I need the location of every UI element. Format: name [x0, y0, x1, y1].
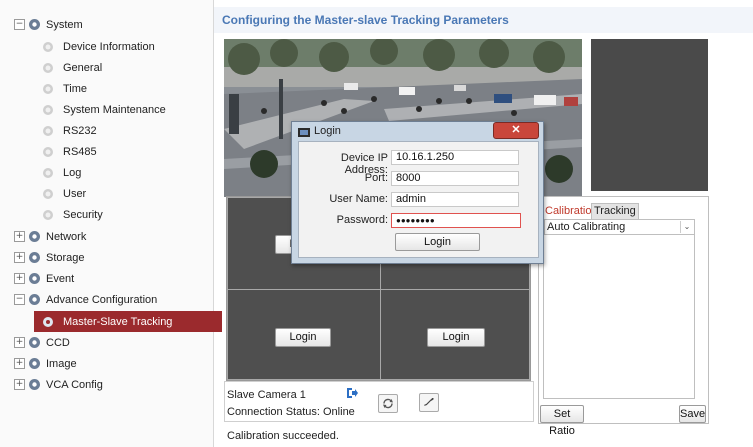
- settings-item-icon: [43, 209, 53, 220]
- slave-camera-preview[interactable]: [591, 39, 708, 191]
- camera-4-login-button[interactable]: Login: [427, 328, 485, 347]
- gear-icon: [29, 358, 40, 369]
- camera-3-login-button[interactable]: Login: [275, 328, 331, 347]
- slave-camera-label: Slave Camera 1: [227, 389, 306, 401]
- tab-calibration[interactable]: Calibration: [545, 205, 598, 217]
- sidebar-item-label: RS485: [63, 145, 97, 158]
- sidebar-item-device-information[interactable]: Device Information: [0, 36, 255, 57]
- tab-tracking[interactable]: Tracking: [591, 203, 639, 219]
- sidebar-item-label: Network: [46, 230, 87, 243]
- sidebar-item-label: Security: [63, 208, 103, 221]
- collapse-icon[interactable]: −: [14, 294, 25, 305]
- sidebar-item-storage[interactable]: + Storage: [0, 247, 227, 268]
- fullscreen-button[interactable]: [419, 393, 439, 412]
- sidebar-item-rs485[interactable]: RS485: [0, 141, 255, 162]
- sidebar-item-user[interactable]: User: [0, 183, 255, 204]
- settings-item-icon: [43, 41, 53, 52]
- sidebar-item-label: Storage: [46, 251, 85, 264]
- sidebar-item-label: Log: [63, 166, 82, 179]
- calibration-mode-value: Auto Calibrating: [547, 221, 626, 233]
- sidebar-item-event[interactable]: + Event: [0, 268, 227, 289]
- dialog-login-button[interactable]: Login: [395, 233, 480, 251]
- port-label: Port:: [364, 172, 388, 184]
- dialog-title: Login: [314, 125, 341, 137]
- sidebar-item-vca-config[interactable]: + VCA Config: [0, 374, 227, 395]
- sidebar-item-label: System: [46, 18, 83, 31]
- password-label: Password:: [336, 214, 388, 226]
- gear-icon: [29, 252, 40, 263]
- gear-icon: [29, 337, 40, 348]
- gear-icon: [29, 379, 40, 390]
- sidebar-item-master-slave-tracking[interactable]: Master-Slave Tracking: [34, 311, 222, 332]
- calibration-mode-select[interactable]: Auto Calibrating ⌄: [544, 219, 695, 235]
- sidebar-item-log[interactable]: Log: [0, 162, 255, 183]
- settings-item-icon: [43, 62, 53, 73]
- sidebar-item-image[interactable]: + Image: [0, 353, 227, 374]
- refresh-icon: [383, 398, 393, 409]
- sidebar-item-label: Time: [63, 82, 88, 95]
- settings-item-icon: [43, 188, 53, 199]
- settings-item-icon: [43, 83, 53, 94]
- gear-icon: [29, 294, 40, 305]
- expand-icon[interactable]: +: [14, 231, 25, 242]
- sidebar-item-rs232[interactable]: RS232: [0, 120, 255, 141]
- settings-item-icon: [43, 125, 53, 136]
- sidebar-item-label: RS232: [63, 124, 97, 137]
- ip-address-field[interactable]: 10.16.1.250: [391, 150, 519, 165]
- status-message: Calibration succeeded.: [227, 430, 339, 442]
- gear-icon: [29, 19, 40, 30]
- sidebar-item-label: Master-Slave Tracking: [63, 315, 173, 328]
- user-name-label: User Name:: [329, 193, 388, 205]
- user-name-field[interactable]: admin: [391, 192, 519, 207]
- dialog-app-icon: [298, 127, 310, 138]
- page-title: Configuring the Master-slave Tracking Pa…: [222, 13, 509, 27]
- gear-icon: [29, 273, 40, 284]
- password-field[interactable]: ●●●●●●●●: [391, 213, 521, 228]
- expand-icon: [424, 398, 434, 406]
- close-icon: ✕: [511, 124, 521, 136]
- logout-icon[interactable]: [345, 386, 359, 400]
- sidebar-item-label: General: [63, 61, 103, 74]
- sidebar-item-network[interactable]: + Network: [0, 226, 227, 247]
- expand-icon[interactable]: +: [14, 379, 25, 390]
- camera-cell-4[interactable]: Login: [380, 289, 530, 380]
- refresh-button[interactable]: [378, 394, 398, 413]
- expand-icon[interactable]: +: [14, 273, 25, 284]
- sidebar-item-security[interactable]: Security: [0, 204, 255, 225]
- sidebar-item-label: Device Information: [63, 40, 155, 53]
- sidebar-item-label: VCA Config: [46, 378, 103, 391]
- camera-cell-3[interactable]: Login: [227, 289, 381, 380]
- settings-item-icon: [43, 104, 53, 115]
- sidebar-item-advance-configuration[interactable]: − Advance Configuration: [0, 289, 227, 310]
- expand-icon[interactable]: +: [14, 337, 25, 348]
- gear-icon: [43, 316, 53, 327]
- sidebar-item-general[interactable]: General: [0, 57, 255, 78]
- sidebar-item-ccd[interactable]: + CCD: [0, 332, 227, 353]
- sidebar-item-label: Advance Configuration: [46, 293, 158, 306]
- sidebar-item-label: System Maintenance: [63, 103, 166, 116]
- set-ratio-button[interactable]: Set Ratio: [540, 405, 584, 437]
- dialog-close-button[interactable]: ✕: [493, 122, 539, 139]
- save-button[interactable]: Save: [679, 405, 706, 423]
- sidebar-item-system-maintenance[interactable]: System Maintenance: [0, 99, 255, 120]
- sidebar-item-time[interactable]: Time: [0, 78, 255, 99]
- sidebar-item-label: Event: [46, 272, 75, 285]
- settings-item-icon: [43, 146, 53, 157]
- expand-icon[interactable]: +: [14, 252, 25, 263]
- sidebar-item-system[interactable]: − System: [0, 14, 227, 35]
- sidebar-item-label: CCD: [46, 336, 70, 349]
- sidebar-item-label: Image: [46, 357, 77, 370]
- settings-tree: − System Device Information General Time Syst…: [0, 0, 222, 447]
- settings-item-icon: [43, 167, 53, 178]
- connection-status-text: Connection Status: Online: [227, 406, 355, 418]
- expand-icon[interactable]: +: [14, 358, 25, 369]
- calibration-content: [543, 219, 695, 399]
- sidebar-item-label: User: [63, 187, 87, 200]
- chevron-down-icon[interactable]: ⌄: [680, 221, 693, 233]
- port-field[interactable]: 8000: [391, 171, 519, 186]
- gear-icon: [29, 231, 40, 242]
- collapse-icon[interactable]: −: [14, 19, 25, 30]
